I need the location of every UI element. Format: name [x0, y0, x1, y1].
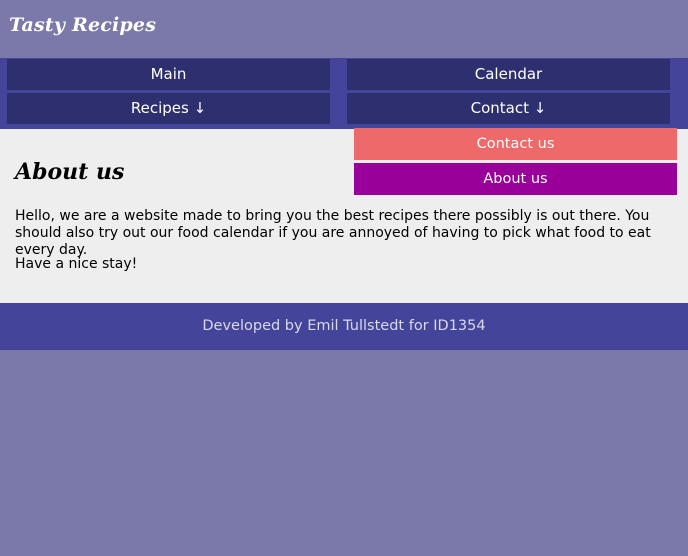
dropdown-contact-us[interactable]: Contact us — [354, 128, 677, 160]
dropdown-about-us[interactable]: About us — [354, 163, 677, 195]
site-logo[interactable]: Tasty Recipes — [9, 14, 156, 36]
site-header: Tasty Recipes — [0, 0, 688, 58]
page-title: About us — [15, 159, 125, 185]
main-nav: Main Calendar Recipes ↓ Contact ↓ — [0, 58, 688, 129]
nav-recipes-dropdown[interactable]: Recipes ↓ — [7, 93, 330, 124]
greeting-paragraph: Have a nice stay! — [15, 256, 138, 272]
about-paragraph: Hello, we are a website made to bring yo… — [15, 208, 651, 258]
nav-calendar-button[interactable]: Calendar — [347, 59, 670, 90]
nav-contact-dropdown[interactable]: Contact ↓ — [347, 93, 670, 124]
site-footer: Developed by Emil Tullstedt for ID1354 — [0, 303, 688, 350]
nav-main-button[interactable]: Main — [7, 59, 330, 90]
